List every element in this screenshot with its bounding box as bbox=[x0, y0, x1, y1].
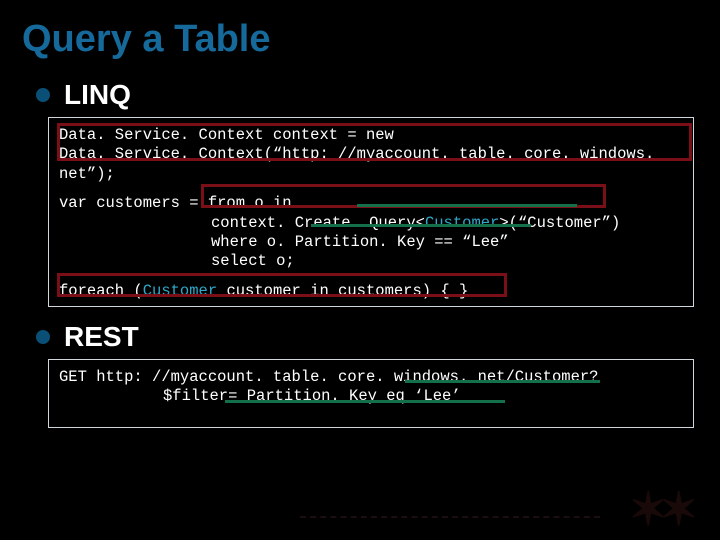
code-line: Data. Service. Context(“http: //myaccoun… bbox=[59, 145, 683, 184]
code-line: select o; bbox=[59, 252, 683, 271]
code-type: Customer bbox=[143, 282, 217, 300]
code-blank bbox=[59, 272, 683, 282]
code-text: foreach ( bbox=[59, 282, 143, 300]
code-type: Customer bbox=[425, 214, 499, 232]
code-text: customer in customers) { } bbox=[217, 282, 468, 300]
bullet-rest: REST bbox=[36, 321, 698, 353]
decorative-glyph-icon: ✶✶ bbox=[629, 482, 690, 536]
code-line: context. Create. Query<Customer>(“Custom… bbox=[59, 214, 683, 233]
code-line: $filter= Partition. Key eq ‘Lee’ bbox=[59, 387, 683, 406]
bullet-dot-icon bbox=[36, 88, 50, 102]
linq-code-box: Data. Service. Context context = new Dat… bbox=[48, 117, 694, 307]
code-blank bbox=[59, 184, 683, 194]
code-line: where o. Partition. Key == “Lee” bbox=[59, 233, 683, 252]
code-line: foreach (Customer customer in customers)… bbox=[59, 282, 683, 301]
bullet-dot-icon bbox=[36, 330, 50, 344]
code-line: GET http: //myaccount. table. core. wind… bbox=[59, 368, 683, 387]
code-line: Data. Service. Context context = new bbox=[59, 126, 683, 145]
bullet-rest-label: REST bbox=[64, 321, 139, 353]
rest-code-box: GET http: //myaccount. table. core. wind… bbox=[48, 359, 694, 428]
code-text: context. Create. Query< bbox=[211, 214, 425, 232]
code-line: var customers = from o in bbox=[59, 194, 683, 213]
decorative-dashes-icon bbox=[300, 516, 600, 518]
code-text: >(“Customer”) bbox=[499, 214, 620, 232]
bullet-linq: LINQ bbox=[36, 79, 698, 111]
bullet-linq-label: LINQ bbox=[64, 79, 131, 111]
slide-title: Query a Table bbox=[22, 18, 698, 61]
